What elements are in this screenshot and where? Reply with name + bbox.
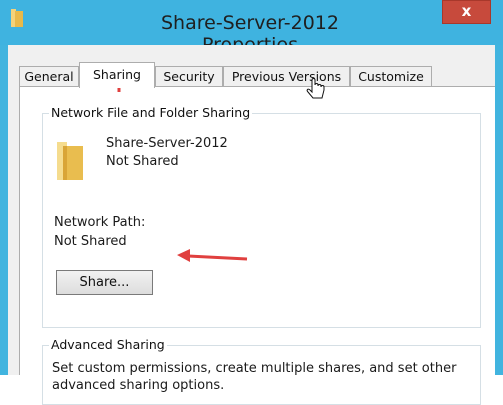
network-path-value: Not Shared [54, 234, 127, 249]
tab-customize[interactable]: Customize [350, 66, 432, 87]
title-bar[interactable]: Share-Server-2012 Properties x [0, 0, 503, 56]
network-sharing-group-label: Network File and Folder Sharing [49, 105, 253, 120]
folder-icon [57, 142, 83, 180]
advanced-sharing-description: Set custom permissions, create multiple … [52, 361, 457, 393]
properties-window: Share-Server-2012 Properties x General S… [0, 0, 503, 405]
tab-security[interactable]: Security [155, 66, 223, 87]
dialog-body: General Sharing Security Previous Versio… [8, 45, 495, 405]
sharing-tab-panel: Network File and Folder Sharing Share-Se… [19, 86, 495, 405]
network-sharing-group: Network File and Folder Sharing Share-Se… [42, 105, 481, 328]
tab-previous-versions[interactable]: Previous Versions [223, 66, 350, 87]
tab-sharing[interactable]: Sharing [79, 62, 155, 88]
tab-general[interactable]: General [19, 66, 79, 87]
advanced-sharing-group-label: Advanced Sharing [49, 337, 167, 352]
tab-strip: General Sharing Security Previous Versio… [8, 62, 495, 88]
network-path-label: Network Path: [54, 215, 146, 230]
close-button[interactable]: x [442, 0, 491, 24]
folder-share-status: Not Shared [106, 154, 179, 169]
share-button[interactable]: Share... [56, 270, 153, 295]
folder-name: Share-Server-2012 [106, 136, 228, 151]
folder-icon [11, 9, 23, 27]
advanced-sharing-group: Advanced Sharing Set custom permissions,… [42, 337, 481, 405]
